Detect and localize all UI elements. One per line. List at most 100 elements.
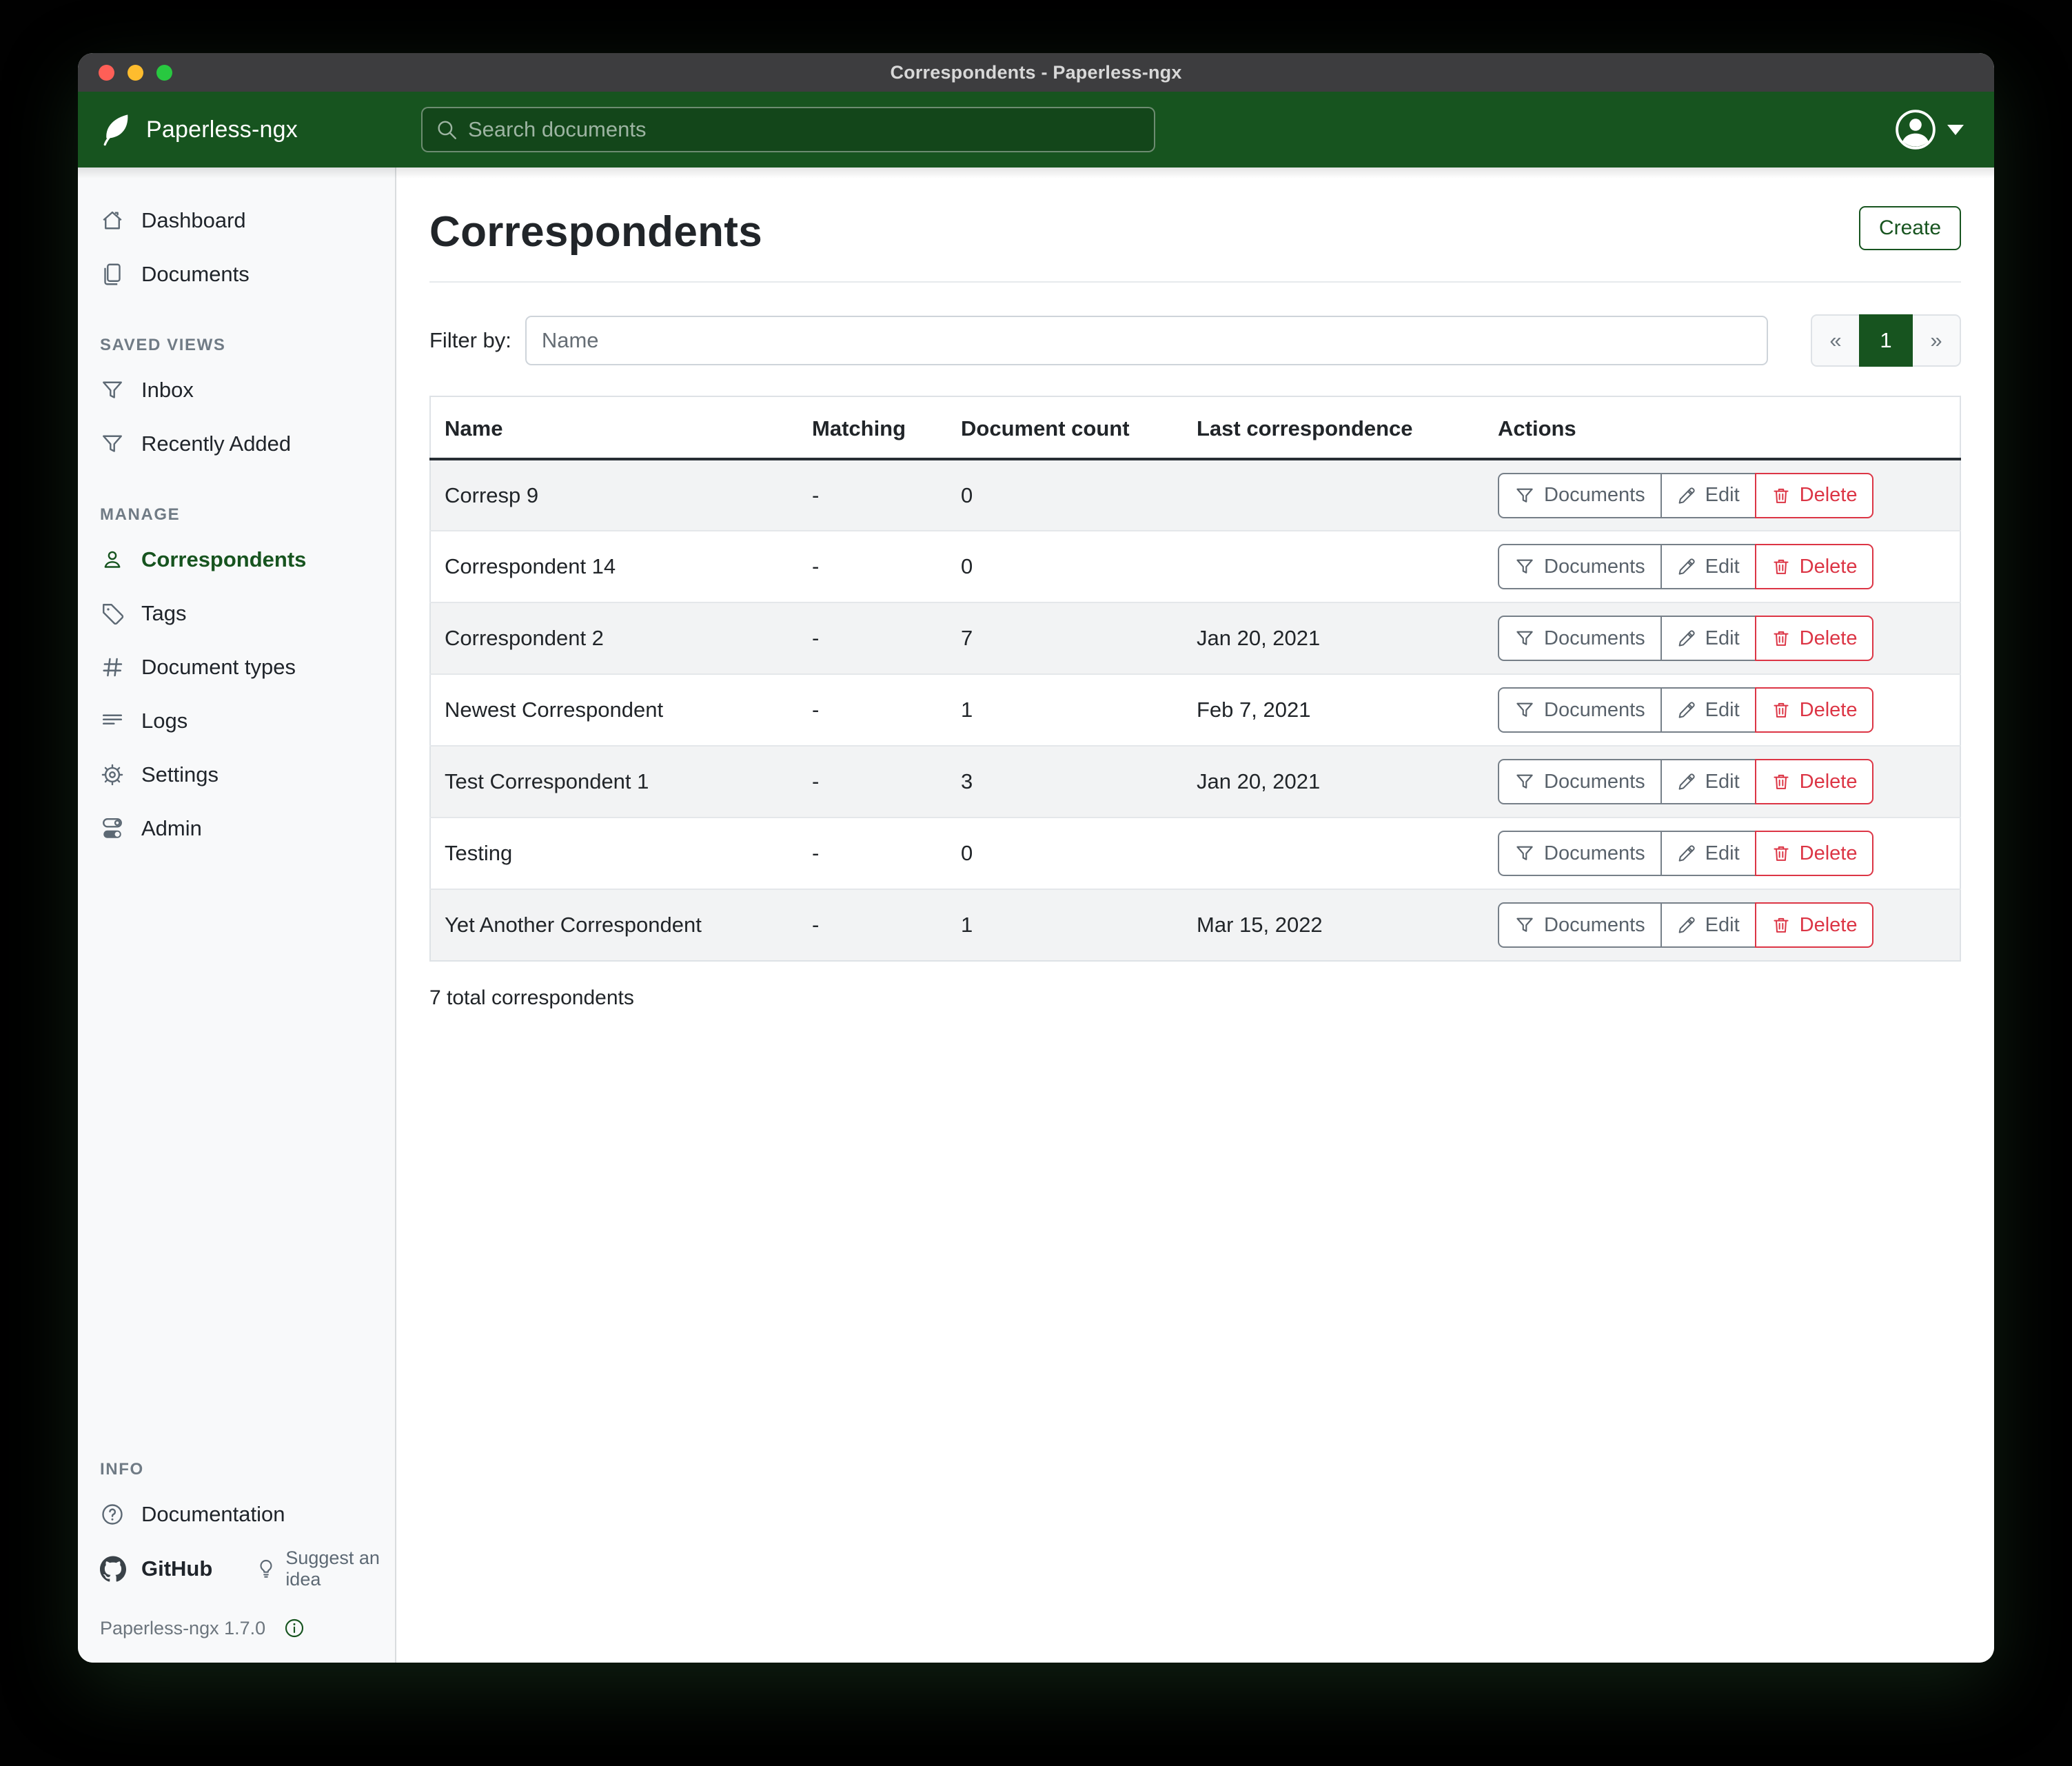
column-header-document-count[interactable]: Document count [947, 396, 1183, 459]
sidebar-item-documentation[interactable]: Documentation [78, 1488, 395, 1541]
sidebar-item-label: Document types [141, 655, 296, 680]
screenshot-stage: Correspondents - Paperless-ngx Paperless… [0, 0, 2072, 1766]
cell-matching: - [798, 459, 947, 531]
row-delete-button[interactable]: Delete [1755, 544, 1874, 589]
sidebar-item-logs[interactable]: Logs [78, 694, 395, 748]
row-delete-button[interactable]: Delete [1755, 831, 1874, 876]
search-input[interactable] [468, 117, 1141, 142]
row-delete-button[interactable]: Delete [1755, 616, 1874, 661]
sidebar-item-documents[interactable]: Documents [78, 247, 395, 301]
column-header-name[interactable]: Name [430, 396, 798, 459]
table-header-row: Name Matching Document count Last corres… [430, 396, 1960, 459]
row-edit-button[interactable]: Edit [1660, 687, 1756, 733]
zoom-window-button[interactable] [156, 65, 172, 81]
documents-button-label: Documents [1544, 484, 1645, 507]
row-edit-button[interactable]: Edit [1660, 759, 1756, 804]
row-documents-button[interactable]: Documents [1498, 544, 1662, 589]
trash-icon [1771, 700, 1791, 720]
row-edit-button[interactable]: Edit [1660, 544, 1756, 589]
cell-document-count: 1 [947, 674, 1183, 746]
row-documents-button[interactable]: Documents [1498, 473, 1662, 518]
sidebar-item-document-types[interactable]: Document types [78, 640, 395, 694]
app-window: Correspondents - Paperless-ngx Paperless… [78, 53, 1994, 1663]
edit-button-label: Edit [1705, 771, 1740, 793]
user-avatar-icon [1894, 108, 1937, 151]
sidebar-item-correspondents[interactable]: Correspondents [78, 533, 395, 587]
search-icon [435, 118, 458, 141]
cell-document-count: 7 [947, 602, 1183, 674]
sidebar-item-settings[interactable]: Settings [78, 748, 395, 802]
documents-button-label: Documents [1544, 914, 1645, 937]
edit-button-label: Edit [1705, 556, 1740, 578]
column-header-matching[interactable]: Matching [798, 396, 947, 459]
row-delete-button[interactable]: Delete [1755, 759, 1874, 804]
row-edit-button[interactable]: Edit [1660, 473, 1756, 518]
row-delete-button[interactable]: Delete [1755, 902, 1874, 948]
question-circle-icon [100, 1502, 125, 1527]
cell-actions: Documents Edit [1484, 602, 1960, 674]
sidebar-item-label: Logs [141, 709, 187, 733]
sidebar-item-suggest-idea[interactable]: Suggest an idea [255, 1547, 395, 1590]
pencil-icon [1677, 486, 1696, 505]
row-documents-button[interactable]: Documents [1498, 687, 1662, 733]
cell-actions: Documents Edit [1484, 889, 1960, 961]
sidebar-item-label: Correspondents [141, 547, 306, 572]
cell-actions: Documents Edit [1484, 459, 1960, 531]
chevron-down-icon [1947, 125, 1964, 135]
pagination-prev-button[interactable]: « [1811, 314, 1859, 367]
sidebar-item-dashboard[interactable]: Dashboard [78, 194, 395, 247]
cell-last-correspondence: Jan 20, 2021 [1183, 746, 1484, 818]
close-window-button[interactable] [99, 65, 114, 81]
delete-button-label: Delete [1800, 556, 1858, 578]
documents-button-label: Documents [1544, 842, 1645, 865]
cell-matching: - [798, 746, 947, 818]
info-circle-icon[interactable] [283, 1617, 305, 1639]
cell-last-correspondence [1183, 459, 1484, 531]
filter-name-input[interactable] [525, 316, 1768, 365]
row-delete-button[interactable]: Delete [1755, 473, 1874, 518]
funnel-icon [1514, 843, 1535, 864]
person-icon [100, 547, 125, 572]
lightbulb-icon [255, 1558, 277, 1580]
cell-matching: - [798, 818, 947, 889]
traffic-lights [99, 53, 172, 92]
sidebar-item-tags[interactable]: Tags [78, 587, 395, 640]
pagination-next-button[interactable]: » [1913, 314, 1961, 367]
sidebar-item-admin[interactable]: Admin [78, 802, 395, 855]
row-delete-button[interactable]: Delete [1755, 687, 1874, 733]
user-menu[interactable] [1894, 108, 1964, 151]
sidebar-item-github[interactable]: GitHub [78, 1541, 212, 1596]
global-search[interactable] [421, 107, 1155, 152]
column-header-last-correspondence[interactable]: Last correspondence [1183, 396, 1484, 459]
row-documents-button[interactable]: Documents [1498, 831, 1662, 876]
cell-last-correspondence: Feb 7, 2021 [1183, 674, 1484, 746]
row-documents-button[interactable]: Documents [1498, 616, 1662, 661]
cell-name: Yet Another Correspondent [430, 889, 798, 961]
app-body: Dashboard Documents SAVED VIEWS [78, 168, 1994, 1663]
trash-icon [1771, 915, 1791, 935]
sidebar-item-label: Documentation [141, 1502, 285, 1527]
row-edit-button[interactable]: Edit [1660, 902, 1756, 948]
sidebar-item-recently-added[interactable]: Recently Added [78, 417, 395, 471]
row-actions: Documents Edit [1498, 473, 1873, 518]
sidebar-item-label: Settings [141, 762, 219, 787]
create-button[interactable]: Create [1859, 206, 1961, 250]
header-divider [429, 281, 1961, 283]
row-edit-button[interactable]: Edit [1660, 616, 1756, 661]
funnel-icon [1514, 628, 1535, 649]
row-actions: Documents Edit [1498, 759, 1873, 804]
table-row: Correspondent 2 - 7 Jan 20, 2021 Documen… [430, 602, 1960, 674]
pagination-page-1[interactable]: 1 [1859, 314, 1913, 367]
minimize-window-button[interactable] [128, 65, 143, 81]
brand[interactable]: Paperless-ngx [99, 112, 421, 148]
suggest-idea-label: Suggest an idea [285, 1547, 395, 1590]
row-edit-button[interactable]: Edit [1660, 831, 1756, 876]
hash-icon [100, 655, 125, 680]
sidebar-item-inbox[interactable]: Inbox [78, 363, 395, 417]
cell-actions: Documents Edit [1484, 818, 1960, 889]
files-icon [100, 262, 125, 287]
row-documents-button[interactable]: Documents [1498, 759, 1662, 804]
row-documents-button[interactable]: Documents [1498, 902, 1662, 948]
table-row: Newest Correspondent - 1 Feb 7, 2021 Doc… [430, 674, 1960, 746]
funnel-icon [1514, 485, 1535, 506]
